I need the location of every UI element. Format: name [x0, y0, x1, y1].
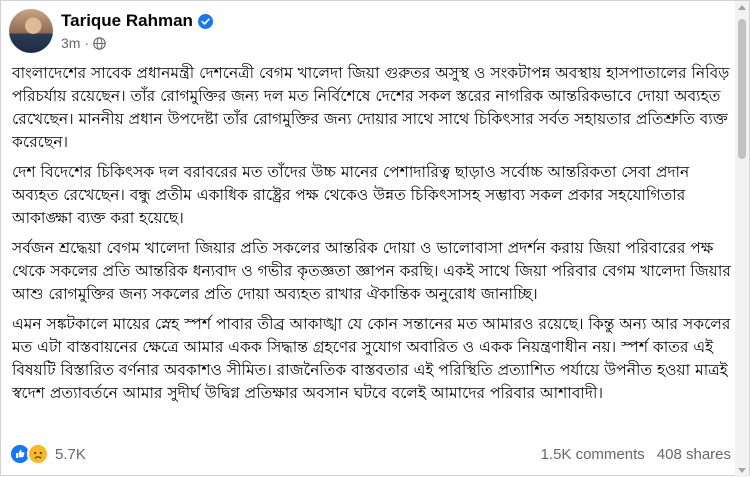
meta-separator: ·: [84, 35, 90, 51]
scroll-up-icon[interactable]: [738, 5, 746, 10]
author-name[interactable]: Tarique Rahman: [61, 11, 193, 31]
scrollbar-thumb[interactable]: [738, 19, 746, 159]
scrollbar[interactable]: [735, 1, 749, 477]
post-timestamp[interactable]: 3m: [61, 35, 80, 51]
globe-icon[interactable]: [93, 36, 106, 50]
author-avatar[interactable]: [9, 9, 53, 53]
reactions-count[interactable]: 5.7K: [55, 446, 86, 463]
comments-count[interactable]: 1.5K comments: [541, 446, 645, 463]
facebook-post: Tarique Rahman 3m · বাংলাদেশের সাবেক প্র…: [0, 0, 750, 477]
author-row: Tarique Rahman: [61, 9, 213, 33]
post-paragraph-4: এমন সঙ্কটকালে মায়ের স্নেহ স্পর্শ পাবার …: [12, 315, 731, 402]
verified-badge-icon: [197, 13, 213, 29]
post-paragraph-2: দেশ বিদেশের চিকিৎসক দল বরাবরের মত তাঁদের…: [12, 163, 690, 227]
post-body: বাংলাদেশের সাবেক প্রধানমন্ত্রী দেশনেত্রী…: [12, 62, 735, 412]
reactions-summary[interactable]: 5.7K: [9, 443, 86, 465]
post-paragraph-3: সর্বজন শ্রদ্ধেয়া বেগম খালেদা জিয়ার প্র…: [12, 239, 731, 303]
post-paragraph-1: বাংলাদেশের সাবেক প্রধানমন্ত্রী দেশনেত্রী…: [12, 64, 730, 151]
post-meta: Tarique Rahman 3m ·: [61, 9, 213, 51]
post-time-row: 3m ·: [61, 35, 213, 51]
scroll-down-icon[interactable]: [738, 468, 746, 473]
post-footer: 5.7K 1.5K comments 408 shares: [9, 442, 731, 466]
shares-count[interactable]: 408 shares: [657, 446, 731, 463]
sad-reaction-icon: [27, 443, 49, 465]
post-header: Tarique Rahman 3m ·: [9, 9, 213, 57]
